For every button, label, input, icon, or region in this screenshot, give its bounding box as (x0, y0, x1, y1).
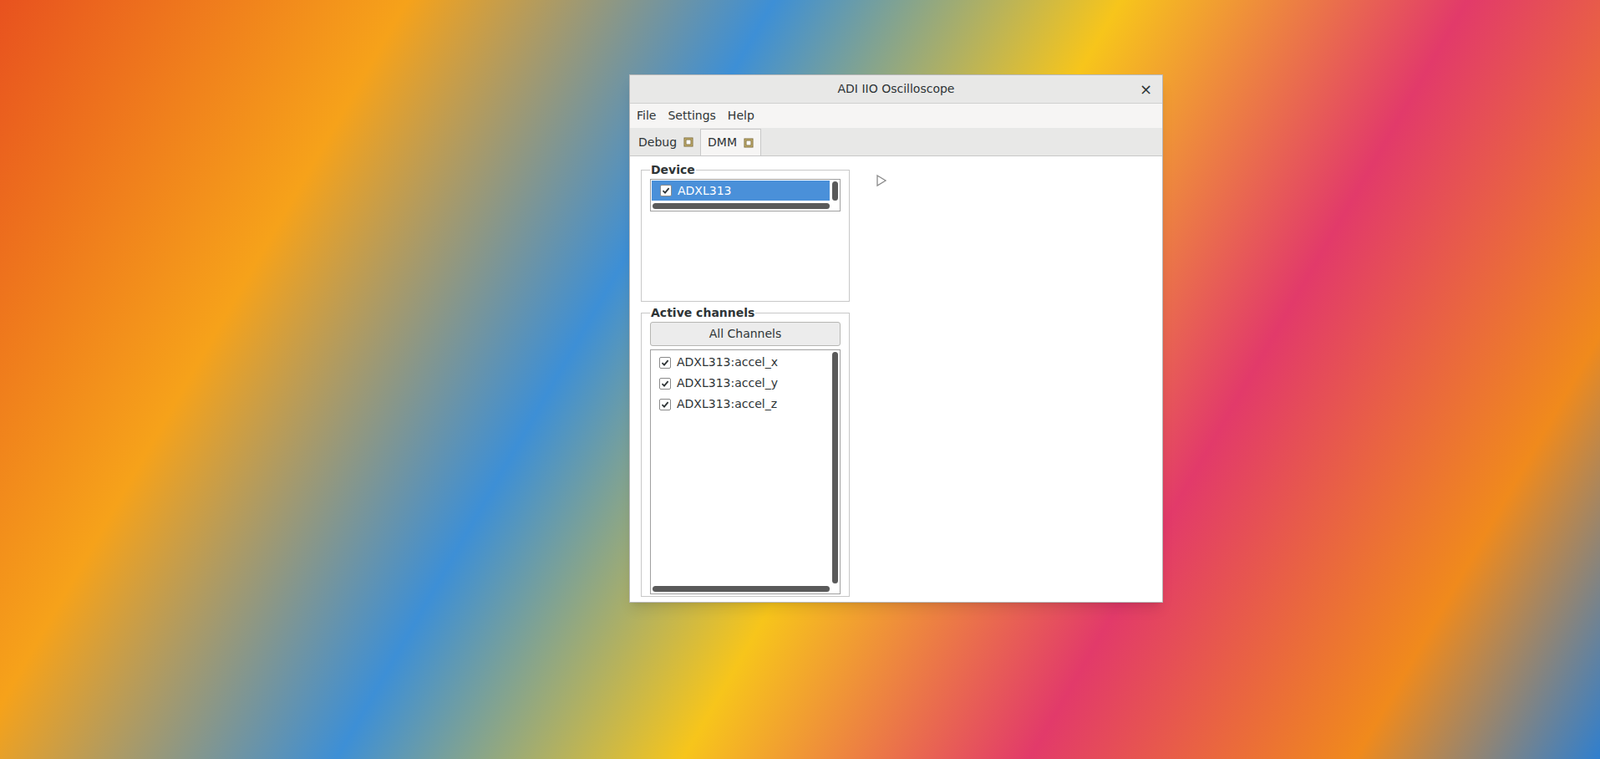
channels-group: Active channelsAll ChannelsADXL313:accel… (640, 304, 850, 597)
check-icon (661, 186, 671, 195)
menu-item[interactable]: Settings (667, 106, 716, 125)
device-row[interactable]: ADXL313 (651, 180, 830, 201)
all-channels-button[interactable]: All Channels (650, 321, 841, 346)
title-bar: ADI IIO Oscilloscope× (629, 75, 1163, 104)
device-group: DeviceADXL313 (640, 161, 850, 302)
content: DeviceADXL313Active channelsAll Channels… (629, 156, 1163, 602)
play-icon[interactable] (874, 173, 889, 188)
vertical-scrollbar[interactable] (832, 181, 839, 201)
horizontal-scrollbar[interactable] (652, 585, 830, 592)
check-icon (660, 400, 670, 409)
detach-icon[interactable] (743, 137, 754, 148)
detach-icon[interactable] (683, 137, 694, 148)
checkbox[interactable] (660, 184, 672, 197)
check-icon (660, 379, 670, 388)
tab[interactable]: DMM (700, 128, 762, 156)
app-window: ADI IIO Oscilloscope× File Settings Help Deb… (629, 74, 1164, 603)
checkbox[interactable] (659, 398, 671, 411)
device-list: ADXL313 (650, 178, 841, 212)
horizontal-scrollbar[interactable] (652, 203, 830, 209)
close-button[interactable]: × (1139, 81, 1153, 97)
channel-row[interactable]: ADXL313:accel_y (659, 372, 830, 394)
checkbox[interactable] (659, 356, 671, 369)
channel-list: ADXL313:accel_xADXL313:accel_yADXL313:ac… (650, 349, 841, 595)
menu-bar: File Settings Help (629, 103, 1163, 128)
menu-item[interactable]: Help (727, 106, 755, 125)
tab-bar: DebugDMM (629, 127, 1163, 157)
menu-item[interactable]: File (636, 106, 656, 125)
desktop: ADI IIO Oscilloscope× File Settings Help Deb… (0, 0, 1600, 759)
vertical-scrollbar[interactable] (832, 351, 839, 584)
check-icon (660, 358, 670, 367)
channel-row[interactable]: ADXL313:accel_x (659, 351, 830, 373)
checkbox[interactable] (659, 377, 671, 390)
tab[interactable]: Debug (631, 128, 701, 156)
channel-row[interactable]: ADXL313:accel_z (659, 393, 830, 415)
